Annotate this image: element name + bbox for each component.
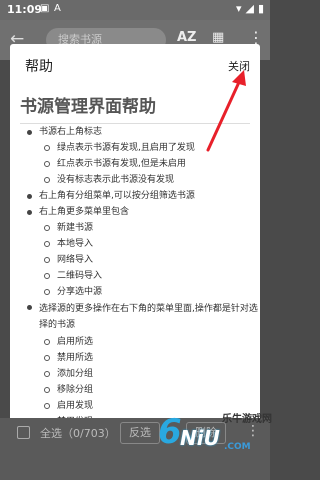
help-list-item: 右上角有分组菜单,可以按分组筛选书源 [10,188,260,204]
help-list-item: 分享选中源 [10,284,260,300]
invert-selection-button[interactable]: 反选 [120,422,160,444]
help-list-item: 书源右上角标志 [10,124,260,140]
help-list-item: 网络导入 [10,252,260,268]
help-list-item: 右上角更多菜单里包含 [10,204,260,220]
watermark-niu-glyph: NiU [180,426,220,450]
help-list-item: 新建书源 [10,220,260,236]
help-document[interactable]: 书源管理界面帮助 书源右上角标志 绿点表示书源有发现,且启用了发现 红点表示书源有发… [10,84,260,448]
help-dialog: 帮助 关闭 书源管理界面帮助 书源右上角标志 绿点表示书源有发现,且启用了发现 红点… [10,44,260,448]
group-menu-icon[interactable]: ▦ [212,30,224,45]
help-list-item: 添加分组 [10,366,260,382]
help-list-item: 启用所选 [10,334,260,350]
status-time: 11:09 [7,3,43,16]
help-list-item: 绿点表示书源有发现,且启用了发现 [10,140,260,156]
watermark-url: .COM [224,442,251,452]
help-list-item: 移除分组 [10,382,260,398]
help-list-item: 选择源的更多操作在右下角的菜单里面,操作都是针对选择的书源 [10,300,260,334]
dialog-title: 帮助 [25,59,53,75]
notification-icon: ▣ [40,3,50,14]
help-list-item: 二维码导入 [10,268,260,284]
watermark-logo: 6 NiU 乐牛游戏网 .COM [158,406,272,466]
select-all-checkbox[interactable] [17,426,30,439]
notification-a-icon: A [54,3,61,14]
status-bar: 11:09 ▣ A ▾ ◢ ▮ [0,0,270,20]
doc-heading: 书源管理界面帮助 [20,84,250,124]
select-all-label[interactable]: 全选（0/703） [40,425,116,441]
close-button[interactable]: 关闭 [228,58,250,74]
sort-az-button[interactable]: AZ [177,30,197,45]
help-list-item: 红点表示书源有发现,但是未启用 [10,156,260,172]
help-list-item: 没有标志表示此书源没有发现 [10,172,260,188]
help-list: 书源右上角标志 绿点表示书源有发现,且启用了发现 红点表示书源有发现,但是未启用 没有… [10,124,260,446]
watermark-site-name: 乐牛游戏网 [222,414,272,425]
signal-icon: ◢ [245,2,254,15]
battery-icon: ▮ [257,2,264,15]
help-list-item: 禁用所选 [10,350,260,366]
help-list-item: 本地导入 [10,236,260,252]
wifi-icon: ▾ [235,2,242,15]
watermark-six-glyph: 6 [158,412,182,452]
